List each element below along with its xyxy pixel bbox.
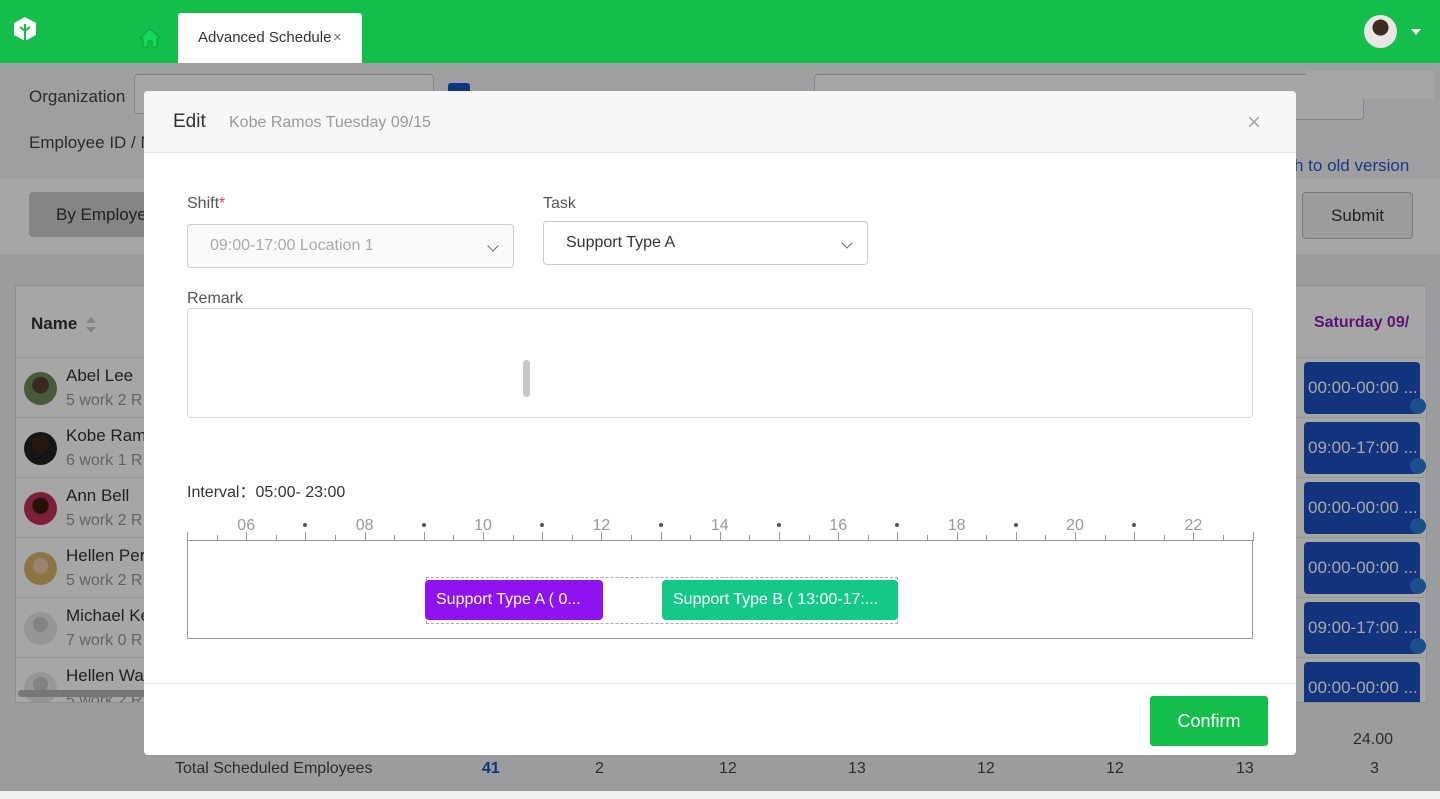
- ruler-dot: [421, 523, 426, 527]
- edit-shift-dialog: Edit Kobe Ramos Tuesday 09/15 × Shift* 0…: [144, 91, 1296, 755]
- ruler-label: 12: [592, 517, 611, 534]
- task-label: Task: [543, 195, 576, 212]
- remark-label: Remark: [187, 290, 244, 307]
- ruler-label: 10: [474, 517, 492, 534]
- interval-text: Interval：05:00- 23:00: [187, 484, 346, 501]
- ruler-label: 22: [1184, 517, 1203, 534]
- shift-label: Shift*: [187, 195, 226, 212]
- ruler-dot: [777, 523, 781, 527]
- chevron-down-icon: [841, 237, 853, 249]
- ruler-label: 16: [829, 517, 848, 534]
- confirm-button[interactable]: Confirm: [1150, 696, 1268, 746]
- ruler-dot: [303, 523, 308, 527]
- ruler-label: 20: [1066, 517, 1084, 534]
- user-avatar[interactable]: [1364, 15, 1397, 48]
- close-icon[interactable]: ×: [1247, 109, 1261, 137]
- tab-label: Advanced Schedule: [198, 29, 332, 46]
- ruler-label: 18: [947, 517, 966, 534]
- required-mark: *: [219, 195, 226, 212]
- ruler-dot: [540, 523, 545, 527]
- ruler-dot: [1132, 523, 1137, 527]
- ruler-dot: [658, 523, 663, 527]
- bottom-edge: [0, 791, 1440, 799]
- resize-handle[interactable]: [523, 360, 530, 397]
- home-icon[interactable]: [139, 28, 161, 48]
- task-block-support-a[interactable]: Support Type A ( 0...: [425, 580, 603, 620]
- caret-down-icon[interactable]: [1411, 29, 1421, 35]
- tree-logo-icon[interactable]: [12, 16, 38, 46]
- ruler-label: 06: [237, 517, 256, 534]
- dialog-subtitle: Kobe Ramos Tuesday 09/15: [229, 114, 431, 131]
- tab-advanced-schedule[interactable]: Advanced Schedule ×: [178, 13, 362, 63]
- task-select-value: Support Type A: [566, 234, 676, 251]
- ruler-label: 08: [355, 517, 374, 534]
- top-bar: Advanced Schedule ×: [0, 0, 1440, 63]
- task-select[interactable]: Support Type A: [543, 221, 868, 265]
- task-block-support-b[interactable]: Support Type B ( 13:00-17:...: [662, 580, 898, 620]
- dialog-footer-divider: [144, 683, 1296, 684]
- shift-select-value: 09:00-17:00 Location 1: [210, 237, 374, 254]
- time-ruler: 06 08 10 12 14 16 18 20 22: [187, 509, 1254, 541]
- tab-close-icon[interactable]: ×: [333, 13, 342, 63]
- ruler-dot: [895, 523, 900, 527]
- ruler-label: 14: [710, 517, 729, 534]
- dialog-header: Edit Kobe Ramos Tuesday 09/15 ×: [144, 91, 1296, 153]
- ruler-dot: [1013, 523, 1018, 527]
- dialog-title: Edit: [173, 111, 206, 132]
- remark-textarea[interactable]: [187, 308, 1253, 418]
- shift-select[interactable]: 09:00-17:00 Location 1: [187, 224, 514, 268]
- chevron-down-icon: [487, 240, 499, 252]
